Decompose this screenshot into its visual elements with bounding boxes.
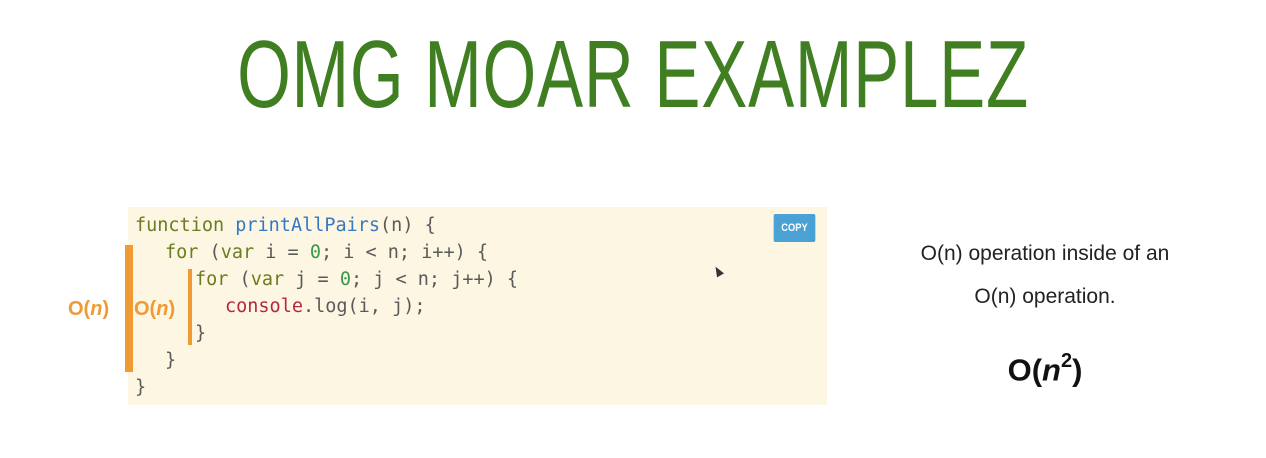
complexity-exponent: 2 xyxy=(1060,350,1073,372)
inner-loop-bracket xyxy=(188,269,192,345)
complexity-variable: n xyxy=(90,298,103,320)
complexity-suffix: ) xyxy=(1072,352,1083,388)
inner-loop-complexity: O(n) xyxy=(134,297,175,321)
code-token: ( xyxy=(228,269,251,290)
code-token: ( xyxy=(198,242,221,263)
code-token: var xyxy=(220,242,255,263)
code-token: for xyxy=(195,269,229,290)
code-line-2: for (var i = 0; i < n; i++) { xyxy=(165,239,488,267)
code-line-7: } xyxy=(135,377,147,398)
code-token: (n) { xyxy=(380,215,436,236)
complexity-suffix: ) xyxy=(168,298,176,320)
complexity-variable: n xyxy=(1042,352,1061,388)
explanation-line-1: O(n) operation inside of an xyxy=(920,242,1170,265)
complexity-prefix: O( xyxy=(134,298,157,320)
code-line-5: } xyxy=(195,323,207,344)
code-block: function printAllPairs(n) { for (var i =… xyxy=(128,207,827,405)
code-line-4: console.log(i, j); xyxy=(225,293,426,321)
code-token: ; i < n; i++) { xyxy=(320,242,489,263)
code-token: j = xyxy=(284,269,340,290)
code-token: var xyxy=(250,269,285,290)
slide-title: OMG MOAR EXAMPLEZ xyxy=(237,21,1029,128)
code-line-6: } xyxy=(165,350,177,371)
explanation-line-2: O(n) operation. xyxy=(974,285,1116,308)
code-token: i = xyxy=(254,242,310,263)
outer-loop-bracket xyxy=(125,245,133,372)
total-complexity: O(n2) xyxy=(960,350,1130,388)
code-line-1: function printAllPairs(n) { xyxy=(135,212,436,240)
code-token: 0 xyxy=(339,269,351,290)
code-token: printAllPairs xyxy=(235,215,381,236)
code-line-3: for (var j = 0; j < n; j++) { xyxy=(195,266,518,294)
code-token: console xyxy=(225,296,303,317)
complexity-suffix: ) xyxy=(102,298,110,320)
copy-button[interactable]: COPY xyxy=(773,214,816,242)
code-token: function xyxy=(135,215,225,236)
code-token: ; j < n; j++) { xyxy=(350,269,519,290)
complexity-prefix: O( xyxy=(68,298,91,320)
outer-loop-complexity: O(n) xyxy=(68,297,109,321)
complexity-prefix: O( xyxy=(1007,352,1043,388)
code-token: 0 xyxy=(309,242,321,263)
complexity-variable: n xyxy=(156,298,169,320)
code-token: .log(i, j); xyxy=(302,296,426,317)
code-token: for xyxy=(165,242,199,263)
